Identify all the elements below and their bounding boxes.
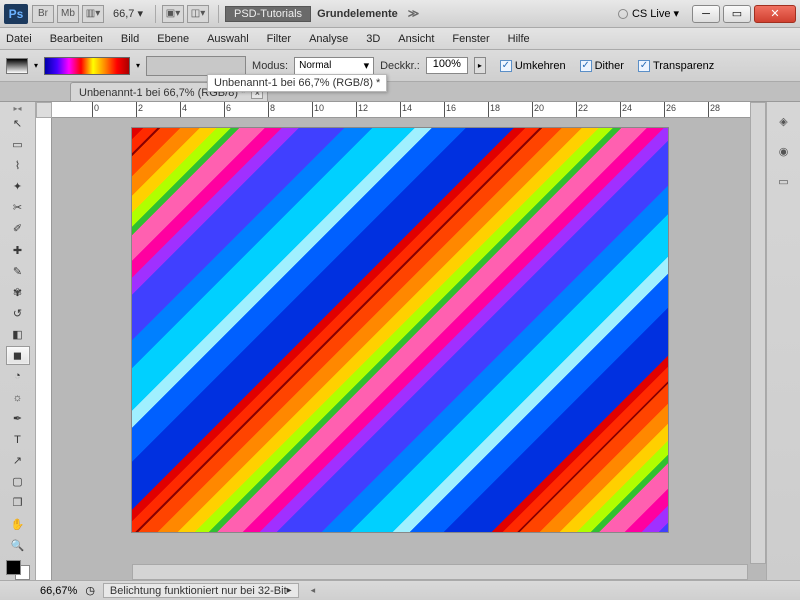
tool-eraser[interactable]: ◧ <box>6 325 30 344</box>
minibridge-icon[interactable]: Mb <box>57 5 79 23</box>
menu-ebene[interactable]: Ebene <box>157 33 189 45</box>
tool-eyedropper[interactable]: ✐ <box>6 219 30 238</box>
menu-filter[interactable]: Filter <box>267 33 291 45</box>
menu-bearbeiten[interactable]: Bearbeiten <box>50 33 103 45</box>
panel-dock: ◈ ◉ ▭ <box>766 102 800 580</box>
tool-blur[interactable]: ◔ <box>6 367 30 386</box>
dither-checkbox[interactable]: ✓Dither <box>580 60 624 72</box>
tool-heal[interactable]: ✚ <box>6 240 30 259</box>
workspace-more-icon[interactable]: ≫ <box>408 7 420 20</box>
layers-panel-icon[interactable]: ◈ <box>773 110 795 132</box>
ruler-horizontal[interactable]: 024681012141618202224262830 <box>52 102 766 118</box>
menu-auswahl[interactable]: Auswahl <box>207 33 249 45</box>
mode-label: Modus: <box>252 60 288 72</box>
tool-wand[interactable]: ✦ <box>6 177 30 196</box>
tool-crop[interactable]: ✂ <box>6 198 30 217</box>
canvas-shell: 024681012141618202224262830 <box>36 102 766 580</box>
tool-marquee[interactable]: ▭ <box>6 135 30 154</box>
tool-brush[interactable]: ✎ <box>6 262 30 281</box>
menu-hilfe[interactable]: Hilfe <box>508 33 530 45</box>
photoshop-logo-icon: Ps <box>4 4 28 24</box>
bridge-icon[interactable]: Br <box>32 5 54 23</box>
document-tab-strip: Unbenannt-1 bei 66,7% (RGB/8) * × <box>0 82 800 102</box>
tool-history[interactable]: ↺ <box>6 304 30 323</box>
menu-fenster[interactable]: Fenster <box>452 33 489 45</box>
title-bar: Ps Br Mb ▥▾ 66,7 ▾ ▣▾ ◫▾ PSD-Tutorials G… <box>0 0 800 28</box>
workspace-other[interactable]: Grundelemente <box>317 8 398 20</box>
extras-icon[interactable]: ◫▾ <box>187 5 209 23</box>
workspace-active[interactable]: PSD-Tutorials <box>225 6 311 22</box>
opacity-input[interactable]: 100% <box>426 57 468 74</box>
opacity-flyout[interactable]: ▸ <box>474 57 486 74</box>
canvas-image[interactable] <box>132 128 668 532</box>
transparency-checkbox[interactable]: ✓Transparenz <box>638 60 714 72</box>
status-doc-info[interactable]: Belichtung funktioniert nur bei 32-Bit ▸ <box>103 583 299 598</box>
tool-gradient[interactable]: ◼ <box>6 346 30 365</box>
mode-dropdown[interactable]: Normal▾ <box>294 57 374 75</box>
tool-path[interactable]: ↗ <box>6 451 30 470</box>
menu-ansicht[interactable]: Ansicht <box>398 33 434 45</box>
tool-type[interactable]: T <box>6 430 30 449</box>
tool-move[interactable]: ↖ <box>6 114 30 133</box>
tool-hand[interactable]: ✋ <box>6 514 30 533</box>
arrange-icon[interactable]: ▥▾ <box>82 5 104 23</box>
menu-datei[interactable]: Datei <box>6 33 32 45</box>
gradient-preview[interactable] <box>44 57 130 75</box>
status-bar: 66,67% ◷ Belichtung funktioniert nur bei… <box>0 580 800 600</box>
tool-stamp[interactable]: ✾ <box>6 283 30 302</box>
image-content <box>132 128 668 532</box>
ruler-origin[interactable] <box>36 102 52 118</box>
channels-panel-icon[interactable]: ◉ <box>773 140 795 162</box>
cs-live-icon <box>618 9 628 19</box>
maximize-button[interactable]: ▭ <box>723 5 751 23</box>
tool-dodge[interactable]: ☼ <box>6 388 30 407</box>
tool-pen[interactable]: ✒ <box>6 409 30 428</box>
menu-3d[interactable]: 3D <box>366 33 380 45</box>
options-bar: ▾ ▾ Modus: Normal▾ Deckkr.: 100% ▸ ✓Umke… <box>0 50 800 82</box>
scrollbar-horizontal[interactable] <box>132 564 748 580</box>
reverse-checkbox[interactable]: ✓Umkehren <box>500 60 566 72</box>
status-zoom[interactable]: 66,67% <box>40 585 77 597</box>
opacity-label: Deckkr.: <box>380 60 420 72</box>
tool-zoom[interactable]: 🔍 <box>6 536 30 555</box>
cs-live-button[interactable]: CS Live ▾ <box>618 7 679 20</box>
scrollbar-vertical[interactable] <box>750 102 766 564</box>
menu-bar: Datei Bearbeiten Bild Ebene Auswahl Filter Ana… <box>0 28 800 50</box>
status-icon: ◷ <box>85 584 95 597</box>
minimize-button[interactable]: ─ <box>692 5 720 23</box>
paths-panel-icon[interactable]: ▭ <box>773 170 795 192</box>
tool-3d[interactable]: ❒ <box>6 493 30 512</box>
color-swatches[interactable] <box>6 560 30 580</box>
toolbox-collapse-icon[interactable]: ▸◂ <box>13 104 21 113</box>
document-tooltip: Unbenannt-1 bei 66,7% (RGB/8) * <box>207 74 387 92</box>
close-button[interactable]: ✕ <box>754 5 796 23</box>
tool-shape[interactable]: ▢ <box>6 472 30 491</box>
canvas-viewport[interactable] <box>52 118 748 562</box>
tool-preset-icon[interactable] <box>6 58 28 74</box>
toolbox: ▸◂↖ ▭ ⌇ ✦ ✂ ✐ ✚ ✎ ✾ ↺ ◧ ◼ ◔ ☼ ✒ T ↗ ▢ ❒ ✋ 🔍 <box>0 102 36 580</box>
screen-mode-icon[interactable]: ▣▾ <box>162 5 184 23</box>
ruler-vertical[interactable] <box>36 118 52 580</box>
tool-lasso[interactable]: ⌇ <box>6 156 30 175</box>
menu-bild[interactable]: Bild <box>121 33 139 45</box>
zoom-level[interactable]: 66,7 ▾ <box>113 7 143 20</box>
menu-analyse[interactable]: Analyse <box>309 33 348 45</box>
gradient-type-buttons[interactable] <box>146 56 246 76</box>
